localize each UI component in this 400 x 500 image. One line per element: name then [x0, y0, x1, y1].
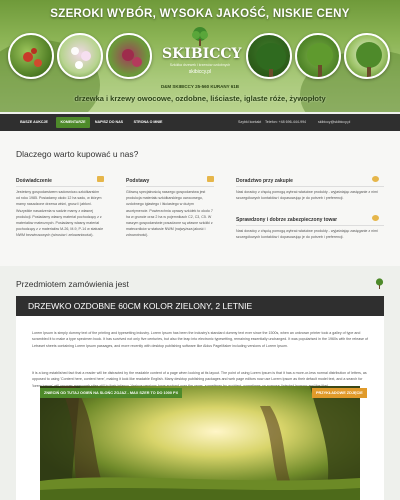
- column-text: Jesteśmy gospodarstwem sadowniczo-szkółk…: [16, 190, 104, 238]
- product-photo-banner: [40, 386, 360, 500]
- nav-item-about[interactable]: STRONA O MNIE: [130, 117, 166, 128]
- tag-icon: [207, 176, 214, 182]
- header-tagline: drzewka i krzewy owocowe, ozdobne, liści…: [74, 94, 326, 103]
- site-logo[interactable]: SKIBICCY Szkółka drzewek i krzewów ozdob…: [162, 26, 242, 82]
- logo-url: skibiccy.pl: [188, 69, 212, 75]
- chat-bubble-icon: [372, 176, 379, 182]
- logo-subtitle: Szkółka drzewek i krzewów ozdobnych: [169, 63, 231, 67]
- nav-item-contact[interactable]: NAPISZ DO NAS: [92, 117, 126, 128]
- logo-tree-icon: [192, 27, 208, 46]
- divider: [236, 186, 384, 187]
- tree-icon: [375, 278, 384, 289]
- product-photo-circle[interactable]: [57, 33, 103, 79]
- email-link[interactable]: skibiccy@skibiccy.pl: [318, 117, 350, 128]
- column-title: Sprawdzony i dobrze zabezpieczony towar: [236, 217, 338, 223]
- phone-number[interactable]: Telefon: +48 696-444-994: [265, 117, 306, 128]
- header-slogan: SZEROKI WYBÓR, WYSOKA JAKOŚĆ, NISKIE CEN…: [50, 8, 350, 20]
- description-paragraph: Lorem Ipsum is simply dummy text of the …: [32, 331, 369, 348]
- site-header: SZEROKI WYBÓR, WYSOKA JAKOŚĆ, NISKIE CEN…: [0, 0, 400, 112]
- section-title: Przedmiotem zamówienia jest: [16, 279, 129, 289]
- column-title: Doświadczenie: [16, 178, 52, 184]
- why-us-section: Dlaczego warto kupować u nas? Doświadcze…: [0, 131, 400, 266]
- column-text: Nasi doradcy z chęcią pomogą wybrać właś…: [236, 229, 378, 240]
- product-photo-circle[interactable]: [344, 33, 390, 79]
- column-title: Podstawy: [126, 178, 150, 184]
- column-title: Doradztwo przy zakupie: [236, 178, 293, 184]
- nav-item-auctions[interactable]: BASZE AUKCJE: [14, 117, 54, 128]
- section-title: Dlaczego warto kupować u nas?: [16, 149, 139, 159]
- column-text: Nasi doradcy z chęcią pomogą wybrać właś…: [236, 190, 378, 201]
- main-navigation: BASZE AUKCJE KOMENTARZE NAPISZ DO NAS ST…: [0, 114, 400, 131]
- product-photo-circle[interactable]: [8, 33, 54, 79]
- product-photo-circle[interactable]: [246, 33, 292, 79]
- image-ribbon-right: PRZYKŁADOWE ZDJĘCIE: [312, 388, 367, 398]
- divider: [16, 186, 104, 187]
- thumbs-up-icon: [97, 176, 104, 182]
- logo-name: SKIBICCY: [162, 46, 242, 62]
- chat-bubble-icon: [372, 215, 379, 221]
- image-ribbon-left: ZNIECIŃ OD TUTAJ OGIEŃ NA SLOŃC ZOJAZ - …: [40, 388, 183, 398]
- product-title-bar: DRZEWKO OZDOBNE 60CM KOLOR ZIELONY, 2 LE…: [16, 296, 384, 316]
- nav-item-comments[interactable]: KOMENTARZE: [56, 117, 90, 128]
- column-text: Główną specjalnością naszego gospodarstw…: [126, 190, 213, 238]
- product-title: DRZEWKO OZDOBNE 60CM KOLOR ZIELONY, 2 LE…: [28, 301, 253, 311]
- product-photo-circle[interactable]: [295, 33, 341, 79]
- company-address: D&M SKIBICCY 25-560 KURANY 61B: [160, 84, 240, 89]
- divider: [236, 225, 384, 226]
- quick-contact-label: Szybki kontakt: [238, 120, 262, 124]
- divider: [126, 186, 214, 187]
- product-photo-circle[interactable]: [106, 33, 152, 79]
